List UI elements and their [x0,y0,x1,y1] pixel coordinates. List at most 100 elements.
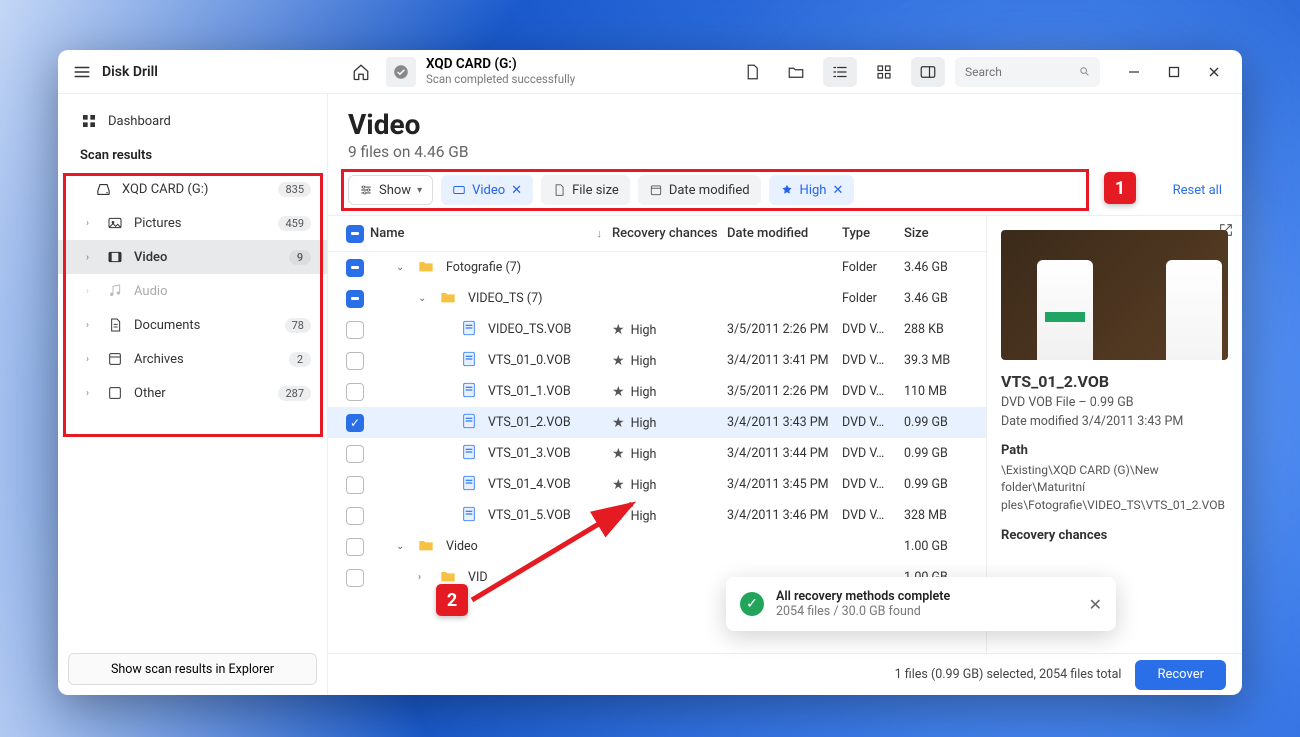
sidebar-item-documents[interactable]: › Documents 78 [58,308,327,342]
show-in-explorer-button[interactable]: Show scan results in Explorer [68,653,317,685]
row-checkbox[interactable] [346,445,364,463]
expander-icon[interactable]: ⌄ [396,262,408,273]
breadcrumb-title: XQD CARD (G:) [426,57,575,73]
file-name: VIDEO_TS.VOB [488,322,571,337]
scan-status[interactable] [386,57,416,87]
sidebar-item-pictures[interactable]: › Pictures 459 [58,206,327,240]
table-row[interactable]: VTS_01_2.VOB★High3/4/2011 3:43 PMDVD V…0… [328,407,986,438]
sidebar-item-video[interactable]: › Video 9 [58,240,327,274]
expander-icon[interactable]: ⌄ [418,293,430,304]
sidebar-dashboard[interactable]: Dashboard [58,104,327,138]
new-file-button[interactable] [735,57,769,87]
select-all-checkbox[interactable] [346,225,364,243]
file-name: VID [468,570,488,585]
file-icon [462,413,476,433]
hamburger-icon [73,63,91,81]
table-row[interactable]: ⌄Fotografie (7)Folder3.46 GB [328,252,986,283]
file-name: Video [446,539,478,554]
expander-icon[interactable]: ⌄ [396,541,408,552]
row-checkbox[interactable] [346,538,364,556]
date-cell: 3/4/2011 3:41 PM [727,353,842,368]
filter-show[interactable]: Show ▾ [348,175,433,205]
minimize-icon [1128,66,1140,78]
search-input[interactable] [965,65,1073,79]
star-icon: ★ [612,322,625,338]
row-checkbox[interactable] [346,507,364,525]
recover-button[interactable]: Recover [1135,660,1226,690]
sidebar: Dashboard Scan results XQD CARD (G:) 835… [58,94,328,695]
sliders-icon [359,183,373,197]
table-row[interactable]: ⌄VIDEO_TS (7)Folder3.46 GB [328,283,986,314]
chevron-right-icon: › [86,320,96,331]
table-row[interactable]: VTS_01_0.VOB★High3/4/2011 3:41 PMDVD V…3… [328,345,986,376]
col-date[interactable]: Date modified [727,226,842,241]
home-button[interactable] [346,57,376,87]
sidebar-item-audio[interactable]: › Audio [58,274,327,308]
sidebar-item-label: Pictures [134,216,181,231]
list-view-button[interactable] [823,57,857,87]
col-size[interactable]: Size [904,226,974,241]
archive-icon [106,351,124,367]
toast-close-button[interactable]: ✕ [1089,595,1102,614]
date-cell: 3/4/2011 3:44 PM [727,446,842,461]
table-row[interactable]: VTS_01_5.VOB★High3/4/2011 3:46 PMDVD V…3… [328,500,986,531]
row-checkbox[interactable] [346,476,364,494]
filter-chip-high[interactable]: High ✕ [769,175,855,205]
date-cell: 3/4/2011 3:45 PM [727,477,842,492]
row-checkbox[interactable] [346,259,364,277]
maximize-button[interactable] [1156,57,1192,87]
filter-chip-date[interactable]: Date modified [638,175,761,205]
size-cell: 328 MB [904,508,974,523]
grid-view-button[interactable] [867,57,901,87]
file-name: VTS_01_5.VOB [488,508,571,523]
row-checkbox[interactable] [346,569,364,587]
expander-icon[interactable]: › [418,572,430,583]
reset-filters-link[interactable]: Reset all [1173,183,1222,198]
check-circle-icon [392,63,410,81]
row-checkbox[interactable] [346,290,364,308]
table-row[interactable]: VTS_01_3.VOB★High3/4/2011 3:44 PMDVD V…0… [328,438,986,469]
size-cell: 3.46 GB [904,291,974,306]
minimize-button[interactable] [1116,57,1152,87]
menu-button[interactable] [68,58,96,86]
row-checkbox[interactable] [346,352,364,370]
file-name: VTS_01_2.VOB [488,415,571,430]
row-checkbox[interactable] [346,383,364,401]
file-name: VTS_01_0.VOB [488,353,571,368]
row-checkbox[interactable] [346,321,364,339]
panel-toggle-button[interactable] [911,57,945,87]
remove-chip-icon[interactable]: ✕ [832,183,843,198]
close-button[interactable] [1196,57,1232,87]
maximize-icon [1168,66,1180,78]
row-checkbox[interactable] [346,414,364,432]
date-cell: 3/5/2011 2:26 PM [727,384,842,399]
col-type[interactable]: Type [842,226,904,241]
document-icon [106,317,124,333]
video-icon [106,249,124,265]
type-cell: DVD V… [842,446,904,461]
file-icon [462,475,476,495]
filter-chip-filesize[interactable]: File size [541,175,630,205]
search-box[interactable] [955,57,1100,87]
table-row[interactable]: VTS_01_1.VOB★High3/5/2011 2:26 PMDVD V…1… [328,376,986,407]
detail-date: Date modified 3/4/2011 3:43 PM [1001,414,1228,429]
sidebar-item-archives[interactable]: › Archives 2 [58,342,327,376]
remove-chip-icon[interactable]: ✕ [511,183,522,198]
recovery-cell: ★High [612,477,727,493]
sidebar-item-drive[interactable]: XQD CARD (G:) 835 [58,172,327,206]
other-icon [106,385,124,401]
col-name[interactable]: Name↓ [370,226,612,241]
type-cell: Folder [842,291,904,306]
star-icon: ★ [612,353,625,369]
date-cell: 3/5/2011 2:26 PM [727,322,842,337]
table-row[interactable]: VIDEO_TS.VOB★High3/5/2011 2:26 PMDVD V…2… [328,314,986,345]
file-icon [462,444,476,464]
sidebar-item-other[interactable]: › Other 287 [58,376,327,410]
col-recovery[interactable]: Recovery chances [612,226,727,241]
table-row[interactable]: VTS_01_4.VOB★High3/4/2011 3:45 PMDVD V…0… [328,469,986,500]
panel-icon [919,63,937,81]
filter-chip-video[interactable]: Video ✕ [441,175,533,205]
size-cell: 0.99 GB [904,446,974,461]
table-row[interactable]: ⌄Video1.00 GB [328,531,986,562]
folder-button[interactable] [779,57,813,87]
